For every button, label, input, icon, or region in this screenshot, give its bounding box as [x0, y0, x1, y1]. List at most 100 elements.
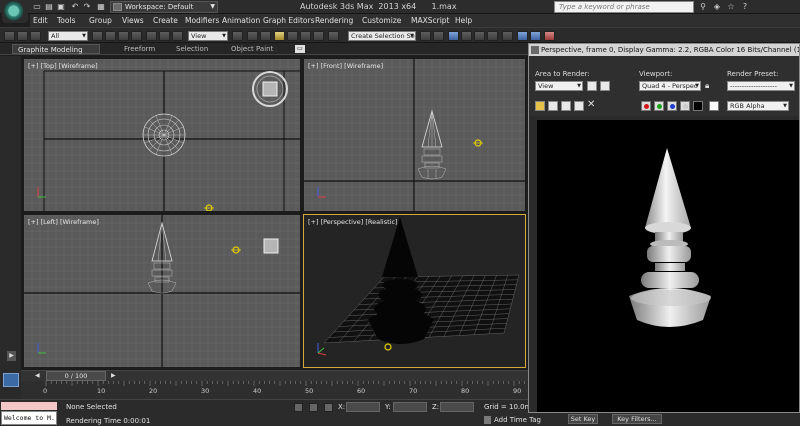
rendered-frame-window-icon[interactable]	[530, 31, 541, 41]
render-setup-icon[interactable]	[517, 31, 528, 41]
selection-filter-dropdown[interactable]: All ▼	[48, 31, 88, 41]
curve-editor-icon[interactable]	[474, 31, 485, 41]
track-bar[interactable]: 0 10 20 30 40 50 60 70 80 90	[21, 381, 528, 399]
undo-icon[interactable]: ↶	[70, 2, 80, 12]
render-preset-dropdown[interactable]: -------------------- ▼	[727, 81, 795, 91]
absolute-mode-icon[interactable]	[324, 403, 333, 412]
pivot-center-icon[interactable]	[232, 31, 243, 41]
red-channel-toggle[interactable]	[641, 101, 651, 111]
move-icon[interactable]	[146, 31, 157, 41]
tab-selection[interactable]: Selection	[176, 44, 208, 54]
isolate-selection-icon[interactable]	[309, 403, 318, 412]
tab-graphite-modeling-tools[interactable]: Graphite Modeling Tools	[12, 44, 100, 64]
percent-snap-icon[interactable]	[300, 31, 311, 41]
help-icon[interactable]: ?	[740, 2, 750, 12]
workspace-dropdown[interactable]: Workspace: Default ▼	[110, 1, 218, 13]
time-next-icon[interactable]: ▶	[111, 372, 116, 379]
green-channel-toggle[interactable]	[654, 101, 664, 111]
tab-object-paint[interactable]: Object Paint	[231, 44, 273, 54]
maxscript-listener[interactable]: Welcome to M.	[1, 411, 57, 425]
print-image-icon[interactable]	[574, 101, 584, 111]
select-by-name-icon[interactable]	[105, 31, 116, 41]
viewport-left[interactable]: [+] [Left] [Wireframe]	[23, 214, 301, 368]
menu-rendering[interactable]: Rendering	[315, 16, 353, 25]
viewport-dropdown[interactable]: Quad 4 - Perspec ▼	[639, 81, 701, 91]
scale-icon[interactable]	[172, 31, 183, 41]
viewport-top-label[interactable]: [+] [Top] [Wireframe]	[28, 62, 98, 70]
communication-icon[interactable]: ☆	[726, 2, 736, 12]
viewport-top[interactable]: [+] [Top] [Wireframe]	[23, 58, 301, 212]
menu-maxscript[interactable]: MAXScript	[411, 16, 450, 25]
undo-toolbar-icon[interactable]	[4, 31, 15, 41]
maxscript-mini-listener-top[interactable]	[1, 402, 57, 410]
subscription-icon[interactable]: ◈	[712, 2, 722, 12]
angle-snap-icon[interactable]	[287, 31, 298, 41]
lock-selection-icon[interactable]	[294, 403, 303, 412]
app-logo-icon[interactable]	[2, 1, 28, 23]
rectangular-selection-icon[interactable]	[118, 31, 129, 41]
menu-animation[interactable]: Animation	[222, 16, 260, 25]
background-color-swatch[interactable]	[709, 101, 719, 111]
alpha-channel-toggle[interactable]	[680, 101, 690, 111]
menu-help[interactable]: Help	[455, 16, 472, 25]
time-prev-icon[interactable]: ◀	[35, 372, 40, 379]
save-image-icon[interactable]	[535, 101, 545, 111]
menu-graph-editors[interactable]: Graph Editors	[263, 16, 315, 25]
layer-explorer-icon[interactable]	[448, 31, 459, 41]
render-window-titlebar[interactable]: Perspective, frame 0, Display Gamma: 2.2…	[529, 44, 799, 56]
lock-icon[interactable]: 🔒︎	[705, 81, 709, 91]
viewport-layout-icon[interactable]	[3, 373, 19, 387]
viewport-perspective[interactable]: [+] [Perspective] [Realistic]	[303, 214, 526, 368]
select-and-manipulate-icon[interactable]	[247, 31, 258, 41]
project-folder-icon[interactable]: ▦	[96, 2, 106, 12]
redo-icon[interactable]: ↷	[82, 2, 92, 12]
monochrome-toggle[interactable]	[693, 101, 703, 111]
render-output-image[interactable]	[537, 120, 799, 412]
display-channel-dropdown[interactable]: RGB Alpha ▼	[727, 101, 789, 111]
graphite-toggle-icon[interactable]	[461, 31, 472, 41]
material-editor-icon[interactable]	[502, 31, 513, 41]
open-file-icon[interactable]: ▤	[44, 2, 54, 12]
save-file-icon[interactable]: ▣	[56, 2, 66, 12]
copy-image-icon[interactable]	[548, 101, 558, 111]
named-selection-dropdown[interactable]: Create Selection Se ▼	[348, 31, 416, 41]
set-key-button[interactable]: Set Key	[568, 414, 598, 424]
area-to-render-dropdown[interactable]: View ▼	[535, 81, 583, 91]
render-production-icon[interactable]	[544, 31, 555, 41]
search-icon[interactable]: ⚲	[698, 2, 708, 12]
viewport-front-label[interactable]: [+] [Front] [Wireframe]	[308, 62, 383, 70]
blue-channel-toggle[interactable]	[667, 101, 677, 111]
expand-arrow-icon[interactable]: ▶	[7, 351, 16, 361]
menu-edit[interactable]: Edit	[33, 16, 48, 25]
search-input[interactable]: Type a keyword or phrase	[554, 1, 694, 13]
redo-toolbar-icon[interactable]	[17, 31, 28, 41]
y-coordinate-field[interactable]	[393, 402, 427, 412]
edit-region-icon[interactable]	[587, 81, 597, 91]
snaps-toggle-icon[interactable]	[274, 31, 285, 41]
align-icon[interactable]	[433, 31, 444, 41]
clear-icon[interactable]: ✕	[587, 99, 595, 110]
z-coordinate-field[interactable]	[440, 402, 474, 412]
select-object-icon[interactable]	[92, 31, 103, 41]
menu-group[interactable]: Group	[89, 16, 112, 25]
viewport-perspective-label[interactable]: [+] [Perspective] [Realistic]	[308, 218, 398, 226]
auto-region-icon[interactable]	[600, 81, 610, 91]
rotate-icon[interactable]	[159, 31, 170, 41]
menu-modifiers[interactable]: Modifiers	[185, 16, 219, 25]
key-filters-button[interactable]: Key Filters...	[612, 414, 662, 424]
clone-frame-window-icon[interactable]	[561, 101, 571, 111]
add-time-tag-button[interactable]: Add Time Tag	[484, 416, 541, 424]
window-crossing-icon[interactable]	[131, 31, 142, 41]
schematic-view-icon[interactable]	[487, 31, 498, 41]
keyboard-shortcut-icon[interactable]	[260, 31, 271, 41]
viewport-left-label[interactable]: [+] [Left] [Wireframe]	[28, 218, 99, 226]
time-slider-bar[interactable]: ◀ 0 / 100 ▶	[21, 370, 528, 381]
tab-freeform[interactable]: Freeform	[124, 44, 155, 54]
x-coordinate-field[interactable]	[346, 402, 380, 412]
mirror-icon[interactable]	[420, 31, 431, 41]
viewport-front[interactable]: [+] [Front] [Wireframe]	[303, 58, 526, 212]
menu-views[interactable]: Views	[122, 16, 144, 25]
time-slider[interactable]: 0 / 100	[46, 371, 106, 381]
menu-tools[interactable]: Tools	[57, 16, 75, 25]
new-file-icon[interactable]: ▭	[32, 2, 42, 12]
